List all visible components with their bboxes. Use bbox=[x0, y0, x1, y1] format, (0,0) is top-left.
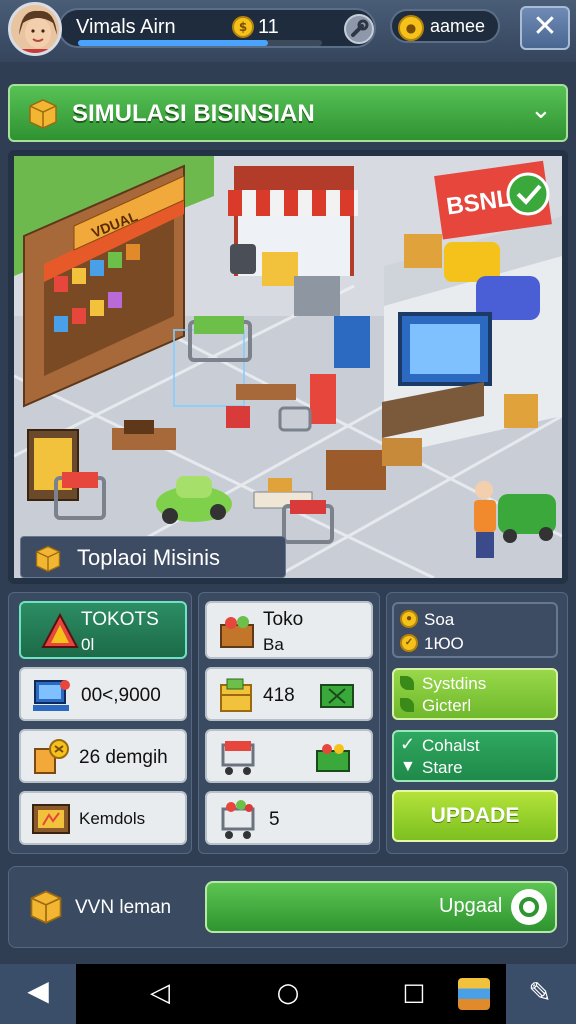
card-title: TOKOTS bbox=[81, 609, 159, 630]
produce-crate-icon bbox=[316, 744, 350, 772]
card-tokots[interactable]: TOKOTS 0l bbox=[19, 601, 187, 659]
warning-icon bbox=[41, 613, 79, 648]
coin-count: 11 bbox=[258, 16, 279, 38]
gold-coin-icon: ✓ bbox=[400, 634, 418, 652]
upgrade-button[interactable]: Upgaal bbox=[205, 881, 557, 933]
card-toko[interactable]: Toko Ba bbox=[205, 601, 373, 659]
computer-icon bbox=[33, 680, 70, 711]
back-icon[interactable]: ◁ bbox=[144, 978, 176, 1008]
middle-card-panel: Toko Ba 418 5 bbox=[198, 592, 380, 854]
xp-progress-fill bbox=[78, 40, 269, 46]
upgrade-label: Upgaal bbox=[439, 895, 503, 917]
leaf-icon bbox=[400, 698, 414, 712]
system-nav-bar: ◀ ◁ ○ □ ✎ bbox=[0, 964, 576, 1024]
gold-label: aamee bbox=[430, 16, 486, 36]
update-label: UPDADE bbox=[430, 804, 520, 827]
xp-progress-bar bbox=[78, 40, 322, 46]
card-subtitle: Ba bbox=[263, 635, 284, 654]
home-icon[interactable]: ○ bbox=[270, 978, 306, 1008]
stack-icon[interactable] bbox=[458, 978, 490, 1010]
card-kemdols[interactable]: Kemdols bbox=[19, 791, 187, 845]
box-icon bbox=[29, 99, 57, 129]
bottom-panel: VVN leman Upgaal bbox=[8, 866, 568, 948]
card-418[interactable]: 418 bbox=[205, 667, 373, 721]
gold-pill[interactable]: ● aamee bbox=[390, 9, 500, 43]
box-icon bbox=[220, 678, 252, 712]
shopping-cart-icon bbox=[221, 741, 255, 775]
top-bar: Vimals Airn $ 11 ● aamee ✕ bbox=[0, 0, 576, 62]
card-title: Toko bbox=[263, 609, 304, 630]
card-value: 26 demgih bbox=[79, 747, 168, 768]
box-icon bbox=[30, 890, 62, 924]
drink-icon bbox=[34, 739, 69, 774]
produce-cart-icon bbox=[221, 800, 255, 839]
chevron-down-icon[interactable]: ⌄ bbox=[530, 97, 554, 123]
card-drink[interactable]: 26 demgih bbox=[19, 729, 187, 783]
crate-icon bbox=[220, 616, 254, 648]
card-cart-5[interactable]: 5 bbox=[205, 791, 373, 845]
close-button[interactable]: ✕ bbox=[520, 6, 570, 50]
avatar-portrait bbox=[11, 5, 59, 53]
recents-icon[interactable]: □ bbox=[398, 978, 430, 1006]
cohalst-line-2: Stare bbox=[422, 758, 463, 777]
profile-pill[interactable]: Vimals Airn $ 11 bbox=[58, 8, 376, 48]
title-banner[interactable]: SIMULASI BISINSIAN ⌄ bbox=[8, 84, 568, 142]
update-button[interactable]: UPDADE bbox=[392, 790, 558, 842]
card-value: 5 bbox=[269, 809, 280, 830]
card-computer[interactable]: 00<,9000 bbox=[19, 667, 187, 721]
card-subtitle: 0l bbox=[81, 635, 95, 654]
shield-icon: ▼ bbox=[400, 758, 416, 775]
systems-line-1: Systdins bbox=[422, 674, 487, 693]
back-arrow-icon: ◀ bbox=[27, 974, 49, 1007]
nav-right-tile[interactable]: ✎ bbox=[506, 964, 576, 1024]
cohalst-button[interactable]: ✓ ▼ Cohalst Stare bbox=[392, 730, 558, 782]
gold-coin-icon: ● bbox=[400, 610, 418, 628]
gold-coin-icon: ● bbox=[398, 15, 424, 41]
systems-line-2: Gicterl bbox=[422, 696, 472, 715]
coin-icon: $ bbox=[232, 16, 254, 38]
page-title: SIMULASI BISINSIAN bbox=[72, 100, 315, 127]
store-illustration: VDUAL BSNLIE bbox=[14, 156, 562, 578]
stat-line-1: Soa bbox=[424, 610, 455, 629]
avatar[interactable] bbox=[8, 2, 62, 56]
systems-button[interactable]: Systdins Gicterl bbox=[392, 668, 558, 720]
card-value: 418 bbox=[263, 685, 295, 706]
green-crate-icon bbox=[320, 684, 354, 708]
bottom-label: VVN leman bbox=[75, 897, 172, 918]
wrench-button[interactable] bbox=[344, 14, 374, 44]
scene-label-text: Toplaoi Misinis bbox=[77, 545, 221, 570]
edit-icon: ✎ bbox=[528, 976, 552, 1009]
target-icon bbox=[511, 889, 547, 925]
card-value: 00<,9000 bbox=[81, 685, 161, 706]
check-icon: ✓ bbox=[400, 734, 416, 754]
store-scene: VDUAL BSNLIE Toplaoi Misinis bbox=[8, 150, 568, 584]
board-icon bbox=[32, 804, 70, 834]
left-card-panel: TOKOTS 0l 00<,9000 26 demgih Kemdols bbox=[8, 592, 192, 854]
cohalst-line-1: Cohalst bbox=[422, 736, 480, 755]
nav-left-tile[interactable]: ◀ bbox=[0, 964, 76, 1024]
stat-line-2: 1ЮО bbox=[424, 634, 464, 653]
wrench-icon bbox=[351, 19, 369, 37]
stat-card[interactable]: ● ✓ Soa 1ЮО bbox=[392, 602, 558, 658]
leaf-icon bbox=[400, 676, 414, 690]
scene-label: Toplaoi Misinis bbox=[20, 536, 286, 578]
card-cart[interactable] bbox=[205, 729, 373, 783]
player-name: Vimals Airn bbox=[76, 16, 176, 38]
card-value: Kemdols bbox=[79, 809, 146, 828]
box-icon bbox=[35, 545, 61, 572]
